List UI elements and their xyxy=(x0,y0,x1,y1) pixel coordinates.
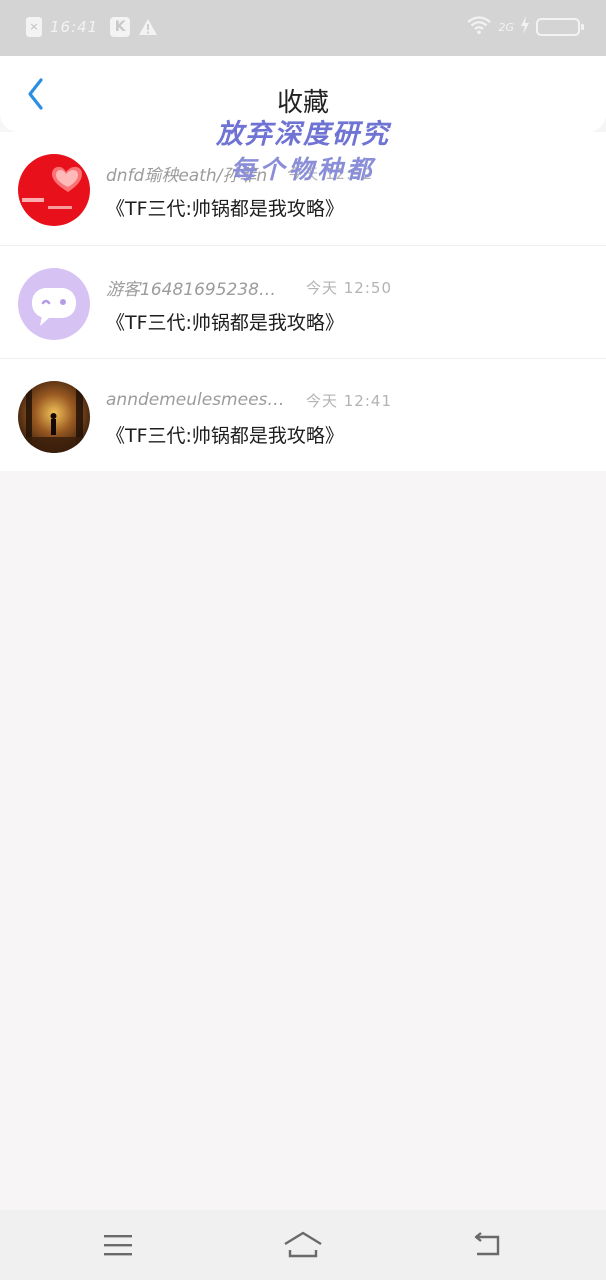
item-title: 《TF三代:帅锅都是我攻略》 xyxy=(106,198,344,220)
item-meta: 游客16481695238917 今天 12:50 xyxy=(106,276,436,299)
system-nav-bar xyxy=(0,1210,606,1280)
network-type: 2G xyxy=(498,20,514,34)
favorites-list: dnfd瑜秧eath/孙菲n 今天 12:52 《TF三代:帅锅都是我攻略》 游… xyxy=(0,132,606,471)
list-item[interactable]: dnfd瑜秧eath/孙菲n 今天 12:52 《TF三代:帅锅都是我攻略》 xyxy=(0,132,606,245)
list-item[interactable]: 游客16481695238917 今天 12:50 《TF三代:帅锅都是我攻略》 xyxy=(0,245,606,358)
app-k-icon: K xyxy=(110,17,131,37)
purple-chat-avatar xyxy=(18,268,90,340)
status-bar: × 16:41 K 2G xyxy=(0,0,606,56)
no-sim-icon: × xyxy=(26,17,42,37)
item-username: dnfd瑜秧eath/孙菲n xyxy=(106,165,268,185)
status-left: × 16:41 K xyxy=(26,16,158,38)
item-time: 今天 12:52 xyxy=(287,164,374,183)
item-username: 游客16481695238917 xyxy=(106,279,286,299)
status-time: 16:41 xyxy=(50,18,99,36)
item-title: 《TF三代:帅锅都是我攻略》 xyxy=(106,425,344,447)
menu-icon xyxy=(104,1235,132,1256)
home-icon xyxy=(284,1231,322,1258)
forest-avatar xyxy=(18,381,90,453)
back-nav-button[interactable] xyxy=(463,1225,511,1265)
item-meta: anndemeulesmeestenr 今天 12:41 xyxy=(106,389,436,411)
warning-icon xyxy=(138,17,158,37)
status-right: 2G xyxy=(466,15,584,39)
home-button[interactable] xyxy=(279,1225,327,1265)
item-time: 今天 12:50 xyxy=(306,278,392,297)
item-time: 今天 12:41 xyxy=(306,391,392,410)
list-item[interactable]: anndemeulesmeestenr 今天 12:41 《TF三代:帅锅都是我… xyxy=(0,358,606,471)
item-meta: dnfd瑜秧eath/孙菲n 今天 12:52 xyxy=(106,162,436,185)
battery-icon xyxy=(536,18,584,36)
red-heart-avatar xyxy=(18,154,90,226)
page-header: 收藏 xyxy=(0,56,606,132)
item-username: anndemeulesmeestenr xyxy=(106,390,286,410)
favorites-screen: × 16:41 K 2G 收藏 dnfd瑜秧eath/孙菲n 今天 12:52 … xyxy=(0,0,606,1280)
wifi-icon xyxy=(466,15,492,39)
page-title: 收藏 xyxy=(276,88,329,118)
item-title: 《TF三代:帅锅都是我攻略》 xyxy=(106,312,344,334)
menu-button[interactable] xyxy=(94,1225,142,1265)
charging-icon xyxy=(520,16,530,38)
return-icon xyxy=(474,1232,500,1256)
